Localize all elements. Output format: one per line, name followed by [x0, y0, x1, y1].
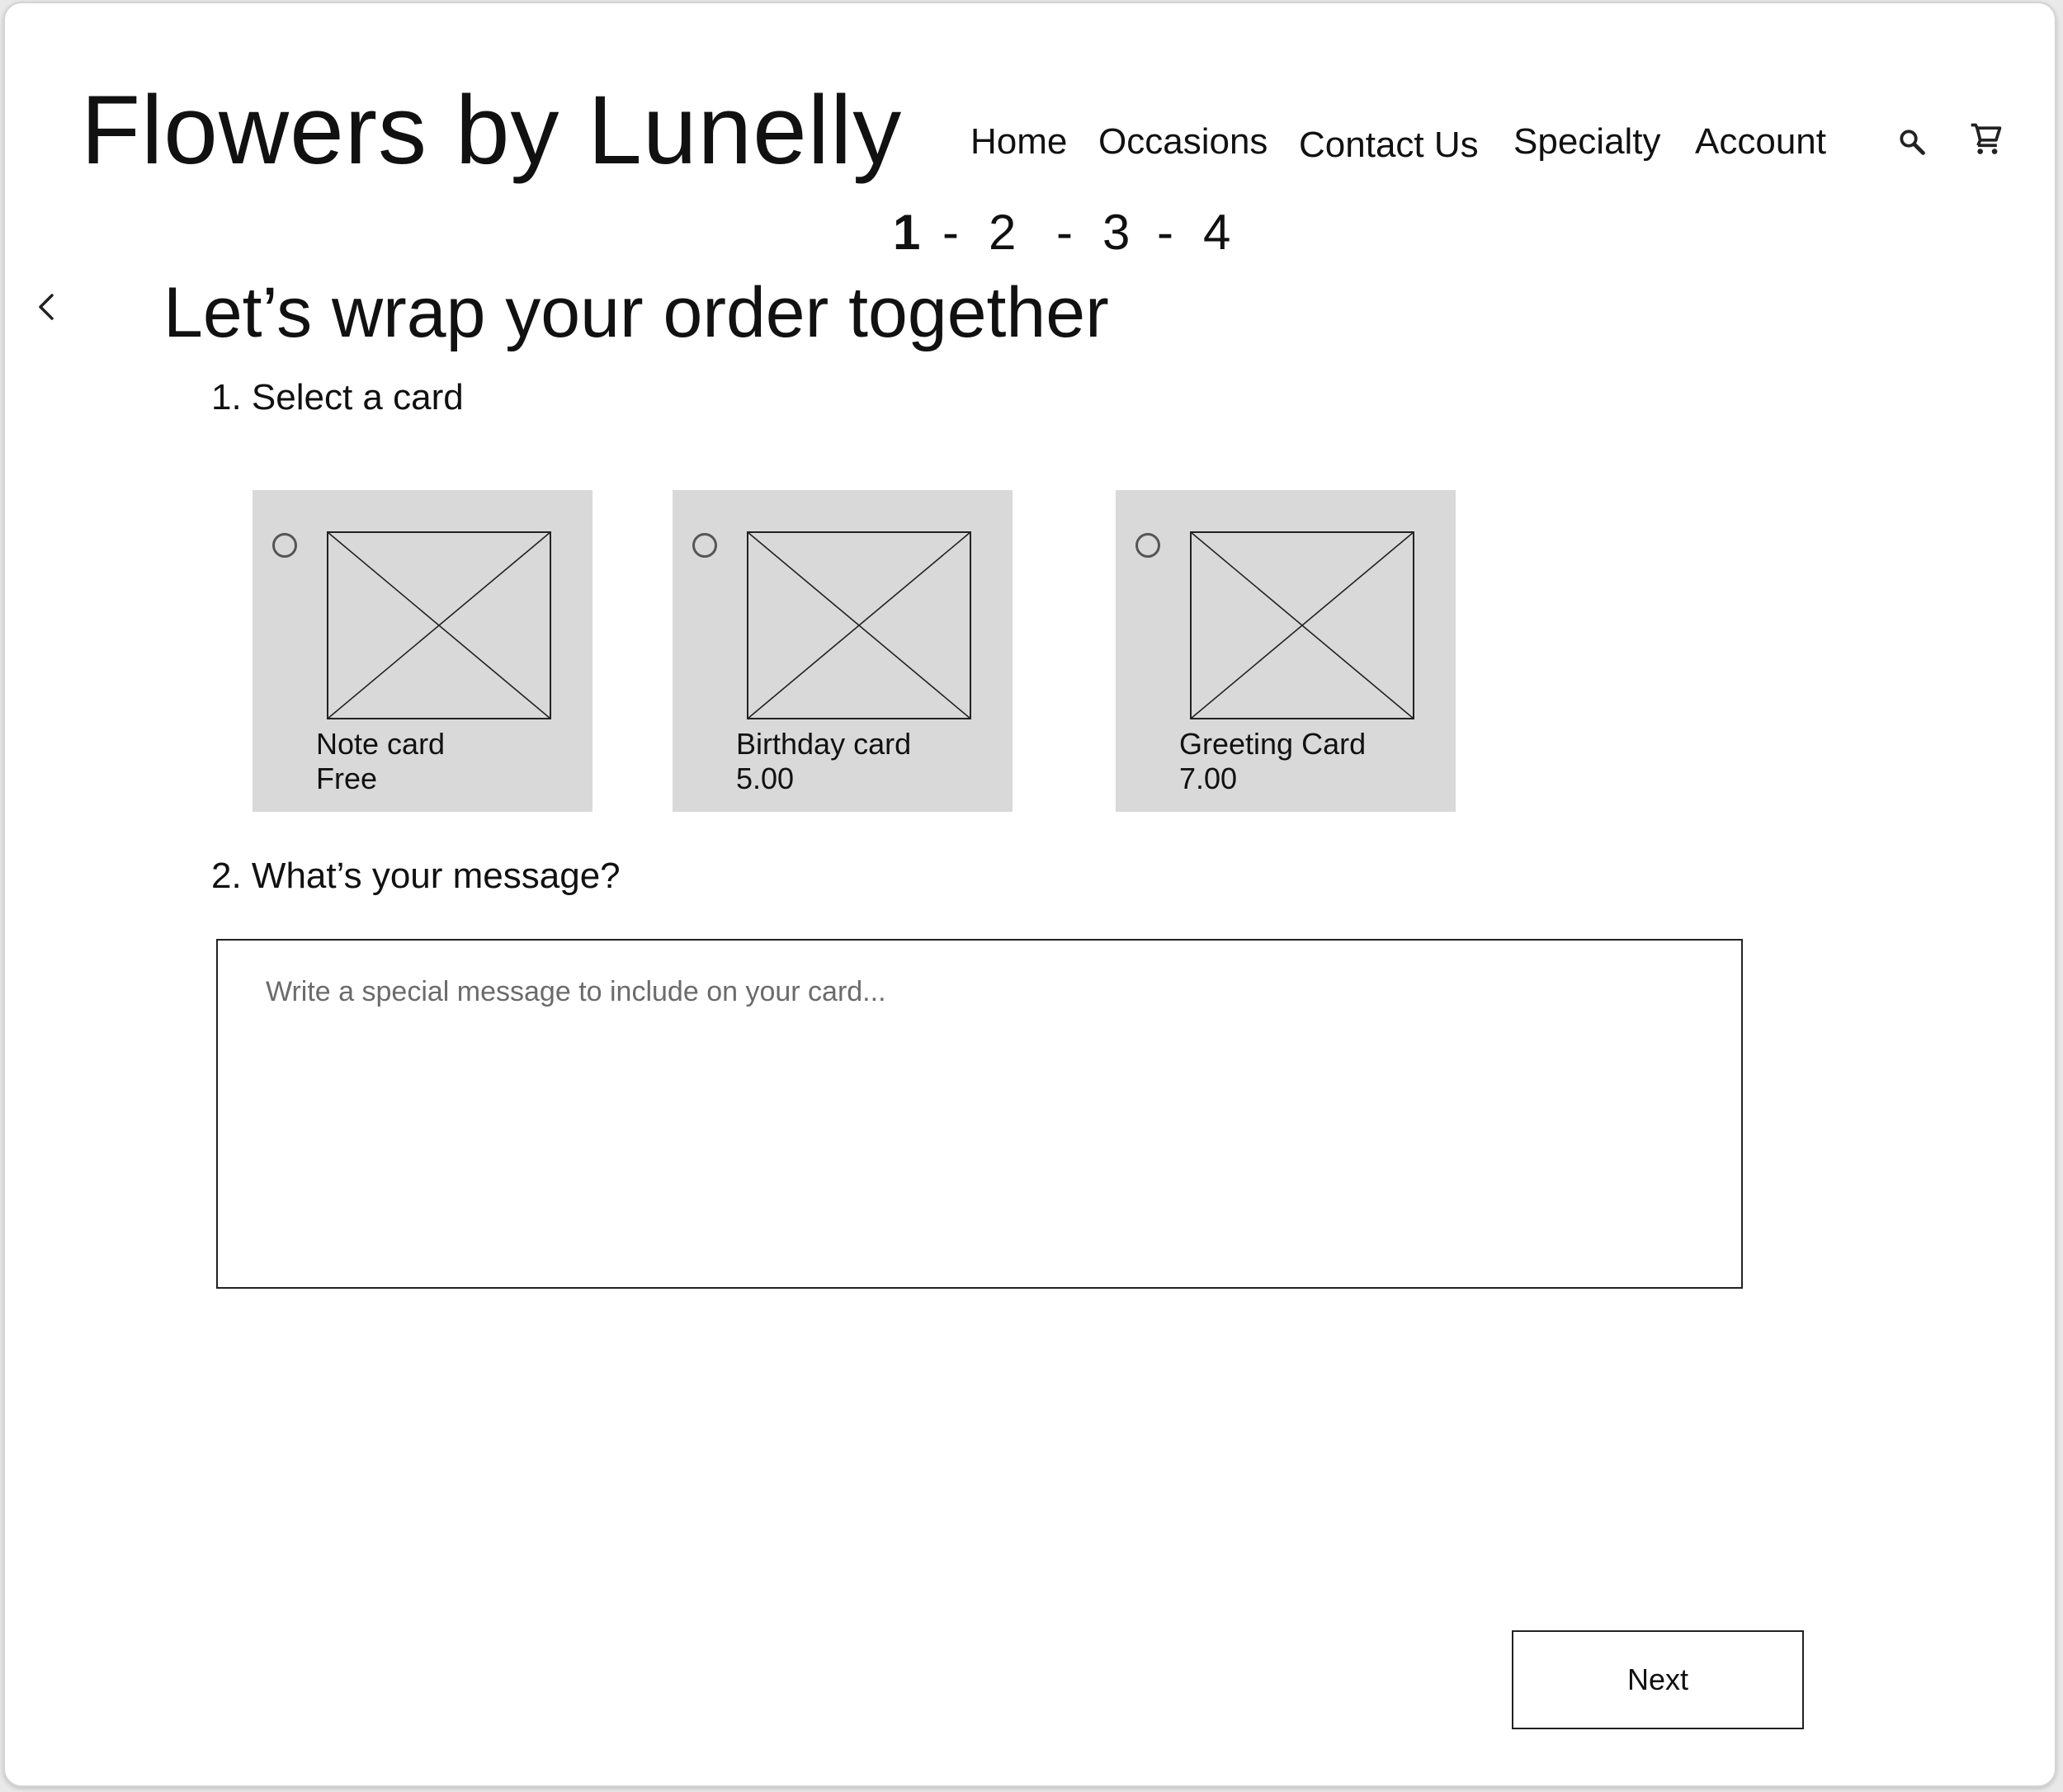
section-label-select-card: 1. Select a card: [211, 377, 464, 417]
chevron-left-icon: [39, 294, 54, 320]
nav-item-contact-us[interactable]: Contact Us: [1299, 122, 1479, 168]
card-option-note[interactable]: Note card Free: [253, 490, 592, 812]
card-radio[interactable]: [272, 533, 297, 558]
card-radio[interactable]: [1135, 533, 1160, 558]
step-2: 2: [989, 205, 1017, 260]
step-separator: -: [942, 205, 959, 260]
image-placeholder-icon: [327, 531, 551, 719]
back-button[interactable]: [28, 284, 64, 330]
nav-item-occasions[interactable]: Occasions: [1098, 119, 1268, 165]
step-separator: -: [1056, 205, 1073, 260]
step-4: 4: [1203, 205, 1231, 260]
search-icon[interactable]: [1889, 119, 1935, 165]
card-name: Greeting Card: [1179, 727, 1367, 761]
nav-item-home[interactable]: Home: [970, 119, 1067, 165]
card-price: Free: [316, 762, 378, 795]
nav-item-account[interactable]: Account: [1695, 119, 1826, 165]
section-label-message: 2. What’s your message?: [211, 856, 621, 896]
step-3: 3: [1102, 205, 1131, 260]
card-name: Note card: [316, 727, 446, 761]
step-separator: -: [1157, 205, 1173, 260]
nav-item-specialty[interactable]: Specialty: [1513, 119, 1661, 165]
card-name: Birthday card: [736, 727, 912, 761]
step-indicator: 1 - 2 - 3 - 4: [830, 200, 1325, 266]
browser-frame: Flowers by Lunelly Home Occasions Contac…: [3, 2, 2056, 1787]
step-1-current: 1: [893, 205, 921, 260]
page-title: Let’s wrap your order together: [163, 273, 1109, 352]
card-option-birthday[interactable]: Birthday card 5.00: [673, 490, 1013, 812]
image-placeholder-icon: [1190, 531, 1414, 719]
cart-icon[interactable]: [1963, 116, 2009, 162]
card-radio[interactable]: [692, 533, 717, 558]
brand-logo[interactable]: Flowers by Lunelly: [81, 73, 902, 188]
message-textarea[interactable]: [216, 939, 1743, 1289]
card-price: 5.00: [736, 762, 795, 795]
card-option-greeting[interactable]: Greeting Card 7.00: [1116, 490, 1456, 812]
card-price: 7.00: [1179, 762, 1238, 795]
image-placeholder-icon: [747, 531, 971, 719]
next-button[interactable]: Next: [1512, 1630, 1804, 1729]
